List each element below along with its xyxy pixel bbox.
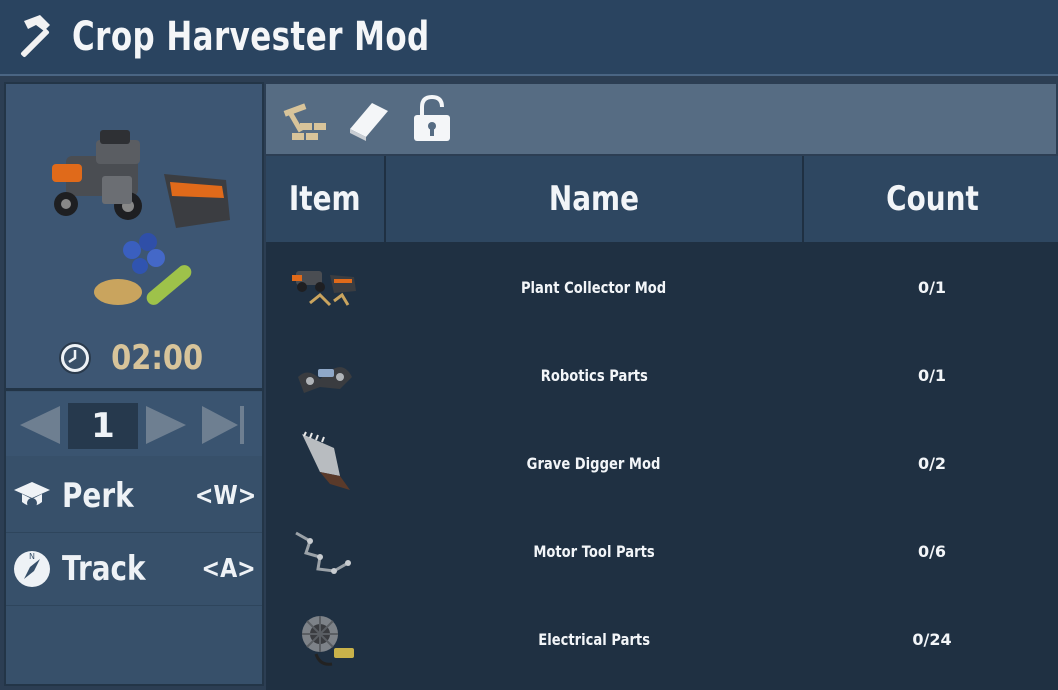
plant-collector-mod-icon — [266, 244, 384, 330]
unlocked-padlock-icon — [414, 94, 450, 141]
crop-harvester-mod-image — [52, 130, 230, 305]
ingredient-name: Electrical Parts — [538, 629, 650, 649]
tab-bar — [266, 84, 1056, 154]
track-button[interactable]: N Track <A> — [6, 533, 262, 606]
column-header-name: Name — [386, 156, 802, 242]
column-header-item: Item — [266, 156, 384, 242]
craft-time-value: 02:00 — [110, 338, 203, 378]
recipe-actions: Perk <W> N Track <A> — [6, 460, 262, 606]
column-header-count: Count — [804, 156, 1058, 242]
ingredient-name: Grave Digger Mod — [527, 453, 661, 473]
compass-icon: N — [14, 551, 50, 587]
track-hotkey: <A> — [201, 554, 256, 584]
window-title: Crop Harvester Mod — [72, 14, 430, 60]
quantity-value[interactable]: 1 — [68, 403, 138, 449]
svg-text:N: N — [29, 552, 35, 561]
increase-button[interactable] — [146, 406, 186, 444]
book-icon — [350, 103, 388, 141]
grave-digger-mod-icon — [266, 420, 384, 506]
ingredient-count: 0/1 — [917, 277, 947, 297]
tab-description[interactable] — [342, 91, 394, 147]
ingredient-count: 0/6 — [917, 541, 947, 561]
clock-icon — [58, 342, 91, 374]
ingredients-table: Item Name Count Plant Collector Mod 0/1 … — [266, 156, 1058, 690]
recipe-panel: 02:00 1 Perk <W> N Track <A> — [4, 82, 264, 686]
max-button[interactable] — [202, 406, 244, 444]
hammer-icon — [20, 15, 50, 58]
ingredient-name: Plant Collector Mod — [521, 277, 667, 297]
perk-button[interactable]: Perk <W> — [6, 460, 262, 533]
perk-label: Perk — [62, 476, 134, 516]
ingredient-name: Robotics Parts — [540, 365, 648, 385]
title-bar: Crop Harvester Mod — [0, 0, 1058, 76]
ingredient-count: 0/24 — [912, 629, 952, 649]
tab-ingredients[interactable] — [278, 91, 330, 147]
ingredient-count: 0/1 — [917, 365, 947, 385]
track-label: Track — [62, 549, 146, 589]
electrical-parts-icon — [266, 596, 384, 682]
tab-unlock[interactable] — [406, 91, 458, 147]
craft-time: 02:00 — [6, 334, 262, 382]
robotics-parts-icon — [266, 332, 384, 418]
decrease-button[interactable] — [20, 406, 60, 444]
ingredient-name: Motor Tool Parts — [533, 541, 655, 561]
product-preview: 02:00 — [6, 84, 262, 391]
graduation-cap-icon — [14, 482, 50, 508]
motor-tool-parts-icon — [266, 508, 384, 594]
crafting-hammer-bricks-icon — [283, 103, 326, 140]
quantity-selector: 1 — [6, 392, 262, 456]
ingredient-count: 0/2 — [917, 453, 947, 473]
perk-hotkey: <W> — [194, 481, 256, 511]
